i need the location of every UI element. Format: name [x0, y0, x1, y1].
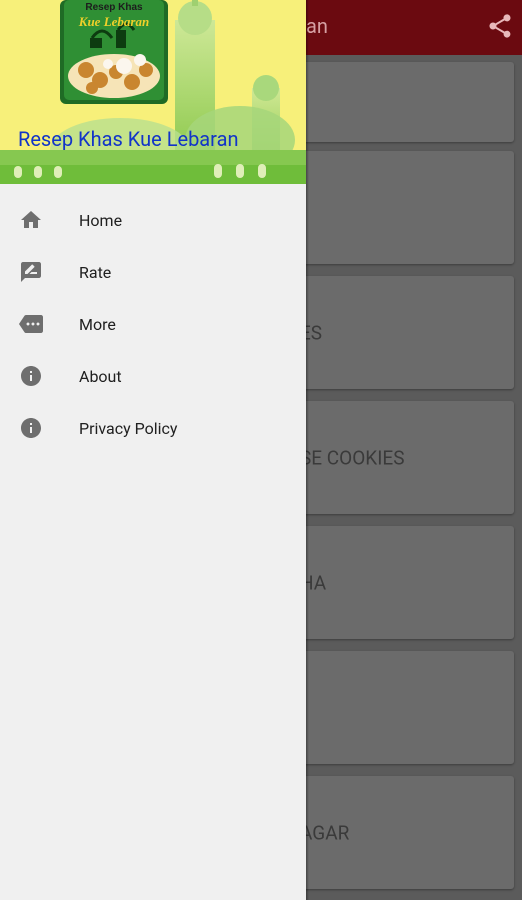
app-title: an — [306, 14, 328, 38]
menu-item-label: Privacy Policy — [79, 418, 178, 438]
menu-item-label: More — [79, 314, 116, 334]
rate-review-icon — [21, 262, 41, 282]
drawer-title: Resep Khas Kue Lebaran — [18, 127, 239, 151]
home-icon — [21, 211, 41, 228]
menu-item-rate[interactable]: Rate — [0, 246, 306, 298]
menu-item-about[interactable]: About — [0, 350, 306, 402]
drawer-shadow — [306, 0, 309, 900]
recipe-card-title: HA — [300, 571, 327, 594]
mosque-illustration: Resep Khas Kue Lebaran — [0, 0, 306, 184]
navigation-drawer: Resep Khas Kue Lebaran Resep Khas Kue Le… — [0, 0, 306, 900]
recipe-card-title: AGAR — [300, 821, 350, 844]
info-icon — [21, 418, 41, 438]
recipe-card-title: ES — [300, 321, 323, 344]
menu-item-home[interactable]: Home — [0, 194, 306, 246]
menu-item-privacy-policy[interactable]: Privacy Policy — [0, 402, 306, 454]
share-icon[interactable] — [486, 12, 514, 40]
recipe-card-title: SE COOKIES — [300, 446, 405, 469]
logo-text-top: Resep Khas — [85, 2, 143, 13]
info-icon — [21, 366, 41, 386]
menu-item-more[interactable]: More — [0, 298, 306, 350]
app-logo: Resep Khas Kue Lebaran — [60, 0, 168, 104]
drawer-header: Resep Khas Kue Lebaran Resep Khas Kue Le… — [0, 0, 306, 184]
menu-item-label: Home — [79, 210, 123, 230]
menu-item-label: Rate — [79, 262, 112, 282]
drawer-menu: Home Rate More About Privacy Policy — [0, 194, 306, 454]
logo-text-bottom: Kue Lebaran — [78, 14, 149, 29]
more-tag-icon — [19, 315, 43, 333]
menu-item-label: About — [79, 366, 122, 386]
